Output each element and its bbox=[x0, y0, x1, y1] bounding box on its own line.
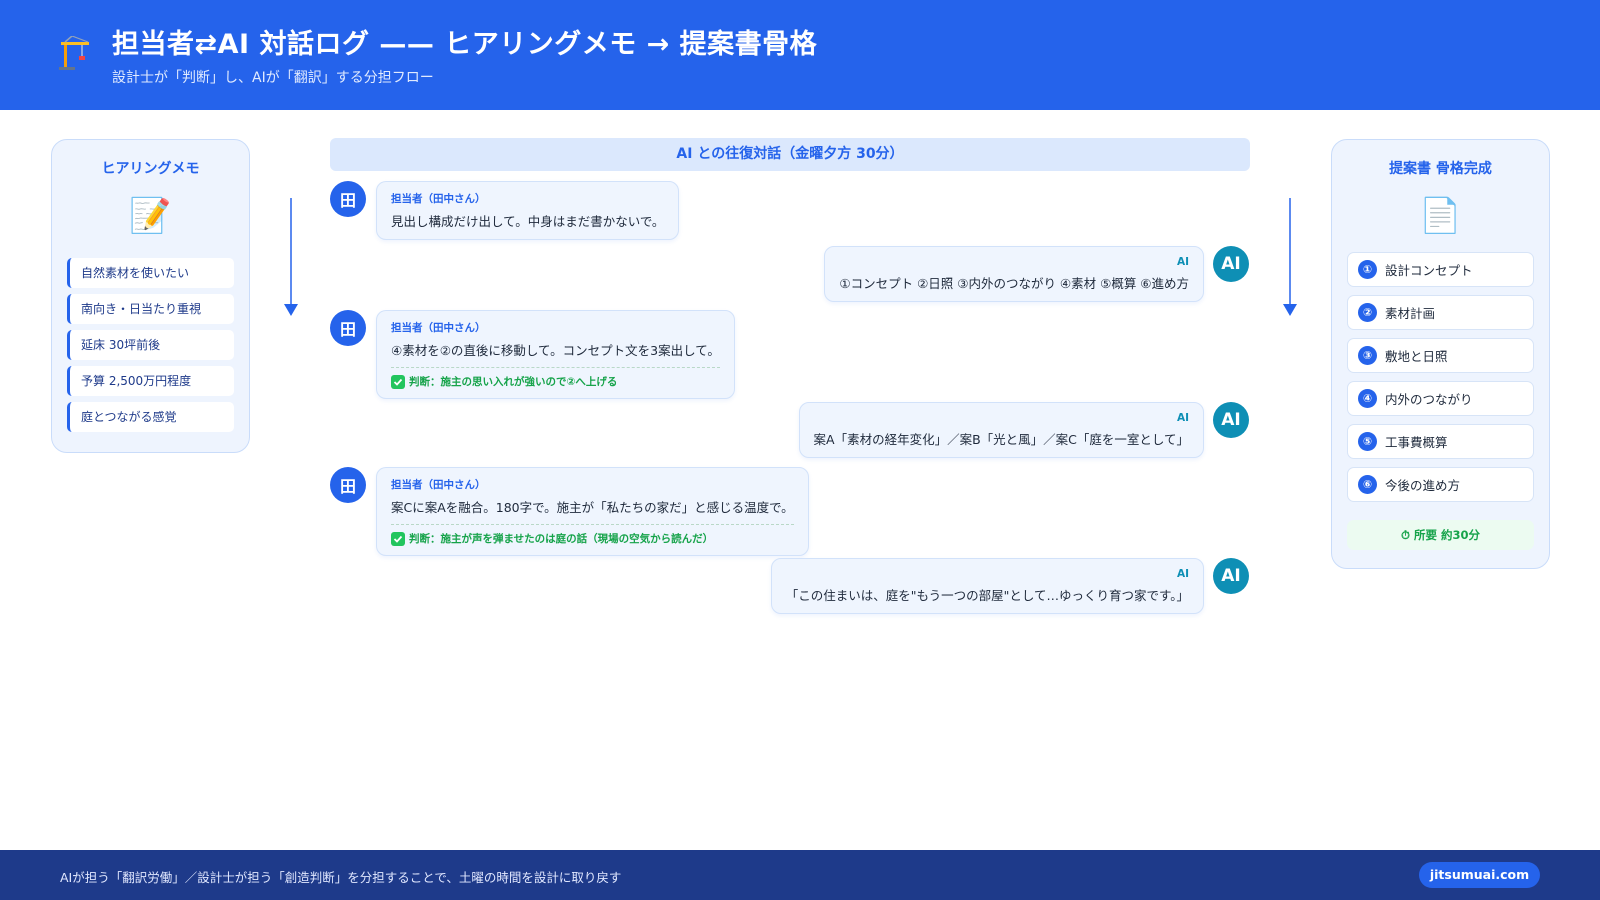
crane-icon bbox=[59, 36, 89, 70]
outline-label: 素材計画 bbox=[1385, 306, 1436, 321]
user-avatar: 田 bbox=[330, 310, 366, 346]
number-badge: ③ bbox=[1358, 346, 1377, 365]
memo-item: 予算 2,500万円程度 bbox=[67, 366, 234, 396]
outline-label: 今後の進め方 bbox=[1385, 478, 1461, 493]
ai-message-bubble: AI 案A「素材の経年変化」／案B「光と風」／案C「庭を一室として」 bbox=[798, 402, 1204, 458]
user-message-bubble: 担当者（田中さん） 見出し構成だけ出して。中身はまだ書かないで。 bbox=[376, 181, 680, 240]
speaker-label: AI bbox=[1176, 256, 1189, 268]
header-bar: 担当者⇄AI 対話ログ —— ヒアリングメモ → 提案書骨格 設計士が「判断」し… bbox=[0, 0, 1600, 110]
number-badge: ⑤ bbox=[1358, 432, 1377, 451]
outline-item: ⑤ 工事費概算 bbox=[1347, 424, 1534, 459]
memo-item: 南向き・日当たり重視 bbox=[67, 294, 234, 324]
number-badge: ② bbox=[1358, 303, 1377, 322]
outline-item: ① 設計コンセプト bbox=[1347, 252, 1534, 287]
proposal-outline-title: 提案書 骨格完成 bbox=[1389, 161, 1492, 177]
message-text: 案Cに案Aを融合。180字で。施主が「私たちの家だ」と感じる温度で。 bbox=[391, 500, 794, 515]
message-text: ①コンセプト ②日照 ③内外のつながり ④素材 ⑤概算 ⑥進め方 bbox=[839, 276, 1189, 291]
memo-item: 自然素材を使いたい bbox=[67, 258, 234, 288]
outline-item: ⑥ 今後の進め方 bbox=[1347, 467, 1534, 502]
footer-message: AIが担う「翻訳労働」／設計士が担う「創造判断」を分担することで、土曜の時間を設… bbox=[60, 870, 622, 885]
checkmark-icon bbox=[391, 374, 405, 389]
message-text: ④素材を②の直後に移動して。コンセプト文を3案出して。 bbox=[391, 343, 720, 358]
speaker-label: AI bbox=[1176, 412, 1189, 424]
hearing-memo-panel: ヒアリングメモ 📝 自然素材を使いたい 南向き・日当たり重視 延床 30坪前後 … bbox=[51, 139, 250, 453]
site-link[interactable]: jitsumuai.com bbox=[1419, 862, 1540, 888]
judgement-note: 判断：施主が声を弾ませたのは庭の話（現場の空気から読んだ） bbox=[391, 524, 794, 546]
judgement-note: 判断：施主の思い入れが強いので②へ上げる bbox=[391, 367, 720, 389]
message-text: 見出し構成だけ出して。中身はまだ書かないで。 bbox=[391, 214, 665, 229]
speaker-label: 担当者（田中さん） bbox=[391, 322, 486, 334]
hearing-memo-title: ヒアリングメモ bbox=[101, 161, 200, 177]
duration-badge: ⏱ 所要 約30分 bbox=[1347, 520, 1534, 550]
user-avatar: 田 bbox=[330, 467, 366, 503]
hearing-memo-list: 自然素材を使いたい 南向き・日当たり重視 延床 30坪前後 予算 2,500万円… bbox=[67, 258, 234, 438]
user-message-bubble: 担当者（田中さん） 案Cに案Aを融合。180字で。施主が「私たちの家だ」と感じる… bbox=[376, 467, 809, 556]
checkmark-icon bbox=[391, 531, 405, 546]
ai-message-bubble: AI 「この住まいは、庭を"もう一つの部屋"として…ゆっくり育つ家です。」 bbox=[770, 558, 1204, 614]
flow-arrow-down-icon bbox=[1283, 198, 1297, 316]
footer-bar: AIが担う「翻訳労働」／設計士が担う「創造判断」を分担することで、土曜の時間を設… bbox=[0, 850, 1600, 900]
judgement-text: 判断：施主が声を弾ませたのは庭の話（現場の空気から読んだ） bbox=[409, 533, 714, 545]
document-icon: 📄 bbox=[1419, 196, 1462, 236]
message-text: 「この住まいは、庭を"もう一つの部屋"として…ゆっくり育つ家です。」 bbox=[785, 588, 1189, 603]
speaker-label: 担当者（田中さん） bbox=[391, 193, 486, 205]
ai-avatar: AI bbox=[1213, 246, 1249, 282]
user-avatar: 田 bbox=[330, 181, 366, 217]
user-message-bubble: 担当者（田中さん） ④素材を②の直後に移動して。コンセプト文を3案出して。 判断… bbox=[376, 310, 735, 399]
ai-message-bubble: AI ①コンセプト ②日照 ③内外のつながり ④素材 ⑤概算 ⑥進め方 bbox=[824, 246, 1204, 302]
message-text: 案A「素材の経年変化」／案B「光と風」／案C「庭を一室として」 bbox=[813, 432, 1189, 447]
outline-item: ④ 内外のつながり bbox=[1347, 381, 1534, 416]
number-badge: ⑥ bbox=[1358, 475, 1377, 494]
ai-avatar: AI bbox=[1213, 558, 1249, 594]
proposal-outline-list: ① 設計コンセプト ② 素材計画 ③ 敷地と日照 ④ 内外のつながり ⑤ 工事費… bbox=[1347, 252, 1534, 510]
page-subtitle: 設計士が「判断」し、AIが「翻訳」する分担フロー bbox=[112, 70, 434, 86]
outline-label: 設計コンセプト bbox=[1385, 263, 1473, 278]
memo-item: 延床 30坪前後 bbox=[67, 330, 234, 360]
outline-label: 内外のつながり bbox=[1385, 392, 1473, 407]
speaker-label: 担当者（田中さん） bbox=[391, 479, 486, 491]
number-badge: ① bbox=[1358, 260, 1377, 279]
outline-label: 工事費概算 bbox=[1385, 435, 1448, 450]
memo-icon: 📝 bbox=[129, 196, 172, 236]
proposal-outline-panel: 提案書 骨格完成 📄 ① 設計コンセプト ② 素材計画 ③ 敷地と日照 ④ 内外… bbox=[1331, 139, 1550, 569]
memo-item: 庭とつながる感覚 bbox=[67, 402, 234, 432]
speaker-label: AI bbox=[1176, 568, 1189, 580]
number-badge: ④ bbox=[1358, 389, 1377, 408]
outline-label: 敷地と日照 bbox=[1385, 349, 1448, 364]
ai-avatar: AI bbox=[1213, 402, 1249, 438]
flow-arrow-down-icon bbox=[284, 198, 298, 316]
conversation-banner: AI との往復対話（金曜夕方 30分） bbox=[330, 138, 1250, 171]
page-title: 担当者⇄AI 対話ログ —— ヒアリングメモ → 提案書骨格 bbox=[112, 29, 818, 60]
outline-item: ③ 敷地と日照 bbox=[1347, 338, 1534, 373]
judgement-text: 判断：施主の思い入れが強いので②へ上げる bbox=[409, 376, 618, 388]
outline-item: ② 素材計画 bbox=[1347, 295, 1534, 330]
